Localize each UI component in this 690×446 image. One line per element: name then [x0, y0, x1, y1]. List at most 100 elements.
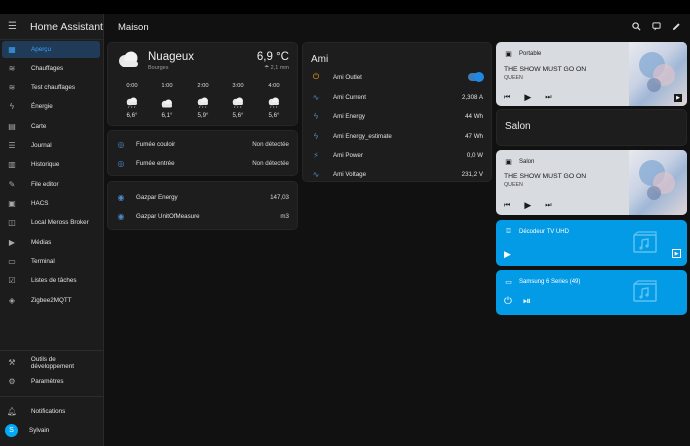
bell-icon: 🔔︎: [6, 407, 18, 416]
rain-cloud-icon: [267, 95, 281, 109]
menu-icon[interactable]: ☰: [8, 21, 18, 32]
window-top-bar: [0, 0, 690, 14]
entity-row-fumee-entree[interactable]: ◎ Fumée entrée Non détectée: [116, 156, 290, 170]
previous-track-icon[interactable]: ⏮︎: [504, 202, 510, 210]
media-browse-icon[interactable]: ▶: [672, 249, 681, 258]
media-player-header: ⌼ Décodeur TV UHD: [504, 227, 569, 236]
sidebar-item-label: Test chauffages: [31, 84, 75, 91]
entity-state: Non détectée: [252, 159, 289, 167]
sidebar-item-profile[interactable]: S Sylvain: [2, 422, 100, 439]
media-browse-icon[interactable]: ▶: [674, 94, 682, 102]
entity-row-ami-current[interactable]: ∿ Ami Current 2,308 A: [311, 90, 483, 104]
cloudy-icon: [119, 51, 138, 67]
media-player-name: Samsung 6 Series (49): [519, 278, 581, 285]
sidebar-item-label: Terminal: [31, 258, 55, 265]
forecast-time: 0:00: [126, 83, 138, 89]
dashboard-icon: ▦: [8, 45, 16, 54]
media-icon: ▶: [8, 238, 16, 247]
entity-name: Ami Energy: [333, 112, 365, 120]
forecast-item: 0:00 6,6°: [118, 83, 146, 119]
media-card-salon[interactable]: ▣ Salon THE SHOW MUST GO ON QUEEN ⏮︎ ▶ ⏭…: [496, 150, 687, 215]
sidebar-item-notifications[interactable]: 🔔︎ Notifications: [2, 403, 100, 420]
entity-row-ami-power[interactable]: ⚡︎ Ami Power 0,0 W: [311, 148, 483, 162]
media-artist: QUEEN: [504, 182, 523, 188]
forecast-temp: 6,1°: [161, 112, 173, 119]
sidebar-item-local-meross-broker[interactable]: ◫ Local Meross Broker: [2, 214, 100, 231]
sidebar-item-outils-developpement[interactable]: ⚒ Outils de développement: [2, 354, 100, 371]
entity-state: 2,308 A: [462, 93, 483, 101]
sidebar-item-medias[interactable]: ▶ Médias: [2, 234, 100, 251]
entity-state: m3: [280, 212, 289, 220]
forecast-time: 3:00: [232, 83, 244, 89]
next-track-icon[interactable]: ⏭︎: [545, 202, 551, 210]
smoke-detector-icon: ◎: [117, 158, 125, 168]
assist-chat-icon[interactable]: [650, 20, 662, 32]
sidebar: ☰ Home Assistant ▦ Aperçu ≋ Chauffages ≋ Te…: [0, 14, 104, 446]
forecast-temp: 5,6°: [232, 112, 244, 119]
entity-row-fumee-couloir[interactable]: ◎ Fumée couloir Non détectée: [116, 137, 290, 151]
weather-card[interactable]: Nuageux Bourges 6,9 °C ☂ 2,1 mm 0:00 6,6…: [107, 42, 298, 126]
entity-name: Ami Outlet: [333, 73, 362, 81]
outlet-toggle[interactable]: [468, 72, 484, 82]
entity-name: Ami Energy_estimate: [333, 132, 392, 140]
sidebar-item-label: Aperçu: [31, 46, 51, 53]
entity-row-gazpar-unit[interactable]: ◉ Gazpar UnitOfMeasure m3: [116, 209, 290, 223]
pencil-icon[interactable]: [670, 20, 682, 32]
entity-name: Fumée couloir: [136, 140, 176, 148]
entity-row-ami-voltage[interactable]: ∿ Ami Voltage 231,2 V: [311, 167, 483, 181]
entity-row-ami-energy-estimate[interactable]: ϟ Ami Energy_estimate 47 Wh: [311, 129, 483, 143]
page-title: Maison: [118, 21, 149, 33]
flash-icon: ⚡︎: [313, 150, 319, 160]
play-pause-icon[interactable]: ⏯︎: [523, 296, 531, 307]
entity-state: 231,2 V: [461, 170, 483, 178]
search-icon[interactable]: [630, 20, 642, 32]
sidebar-item-journal[interactable]: ☰ Journal: [2, 137, 100, 154]
forecast-temp: 6,6°: [126, 112, 138, 119]
entity-row-gazpar-energy[interactable]: ◉ Gazpar Energy 147,03: [116, 190, 290, 204]
previous-track-icon[interactable]: ⏮︎: [504, 94, 510, 102]
sidebar-item-parametres[interactable]: ⚙ Paramètres: [2, 373, 100, 390]
media-player-header: ▣ Portable: [504, 49, 541, 58]
forecast-item: 2:00 5,9°: [189, 83, 217, 119]
current-ac-icon: ∿: [312, 92, 320, 102]
next-track-icon[interactable]: ⏭︎: [545, 94, 551, 102]
play-icon[interactable]: ▶: [504, 249, 511, 260]
sidebar-item-test-chauffages[interactable]: ≋ Test chauffages: [2, 79, 100, 96]
entity-row-ami-energy[interactable]: ϟ Ami Energy 44 Wh: [311, 109, 483, 123]
media-card-samsung[interactable]: ▭ Samsung 6 Series (49) ⏻ ⏯︎: [496, 270, 687, 315]
precipitation-value: 2,1 mm: [270, 65, 289, 71]
media-player-name: Salon: [519, 158, 535, 165]
sidebar-item-file-editor[interactable]: ✎ File editor: [2, 176, 100, 193]
entity-name: Fumée entrée: [136, 159, 175, 167]
power-icon[interactable]: ⏻: [504, 296, 512, 307]
sidebar-item-hacs[interactable]: ▣ HACS: [2, 195, 100, 212]
sidebar-item-chauffages[interactable]: ≋ Chauffages: [2, 60, 100, 77]
sidebar-item-apercu[interactable]: ▦ Aperçu: [2, 41, 100, 58]
sidebar-item-terminal[interactable]: ▭ Terminal: [2, 253, 100, 270]
sidebar-item-energie[interactable]: ϟ Énergie: [2, 98, 100, 115]
play-icon[interactable]: ▶: [524, 92, 531, 103]
hammer-icon: ⚒: [8, 358, 16, 367]
movie-icon: [633, 231, 657, 253]
sidebar-item-label: Journal: [31, 142, 52, 149]
media-player-name: Décodeur TV UHD: [519, 228, 569, 235]
sidebar-item-label: Local Meross Broker: [31, 219, 89, 226]
media-player-header: ▭ Samsung 6 Series (49): [504, 277, 580, 286]
entity-row-ami-outlet[interactable]: ⏻ Ami Outlet: [311, 70, 484, 84]
media-title: THE SHOW MUST GO ON: [504, 66, 587, 73]
play-icon[interactable]: ▶: [524, 200, 531, 211]
entity-name: Gazpar Energy: [136, 193, 178, 201]
entity-state: Non détectée: [252, 140, 289, 148]
sidebar-item-zigbee2mqtt[interactable]: ◈ Zigbee2MQTT: [2, 292, 100, 309]
sidebar-item-historique[interactable]: ▥ Historique: [2, 156, 100, 173]
server-icon: ◫: [8, 218, 16, 227]
app-title: Home Assistant: [30, 20, 103, 33]
media-card-decodeur[interactable]: ⌼ Décodeur TV UHD ▶ ▶: [496, 220, 687, 266]
gear-icon: ⚙: [8, 377, 16, 386]
sidebar-item-carte[interactable]: ▤ Carte: [2, 118, 100, 135]
sidebar-item-listes-taches[interactable]: ☑ Listes de tâches: [2, 272, 100, 289]
media-card-portable[interactable]: ▣ Portable THE SHOW MUST GO ON QUEEN ⏮︎ …: [496, 42, 687, 106]
entity-name: Ami Voltage: [333, 170, 367, 178]
list-icon: ☰: [8, 141, 16, 150]
speaker-icon: ▣: [505, 50, 512, 58]
